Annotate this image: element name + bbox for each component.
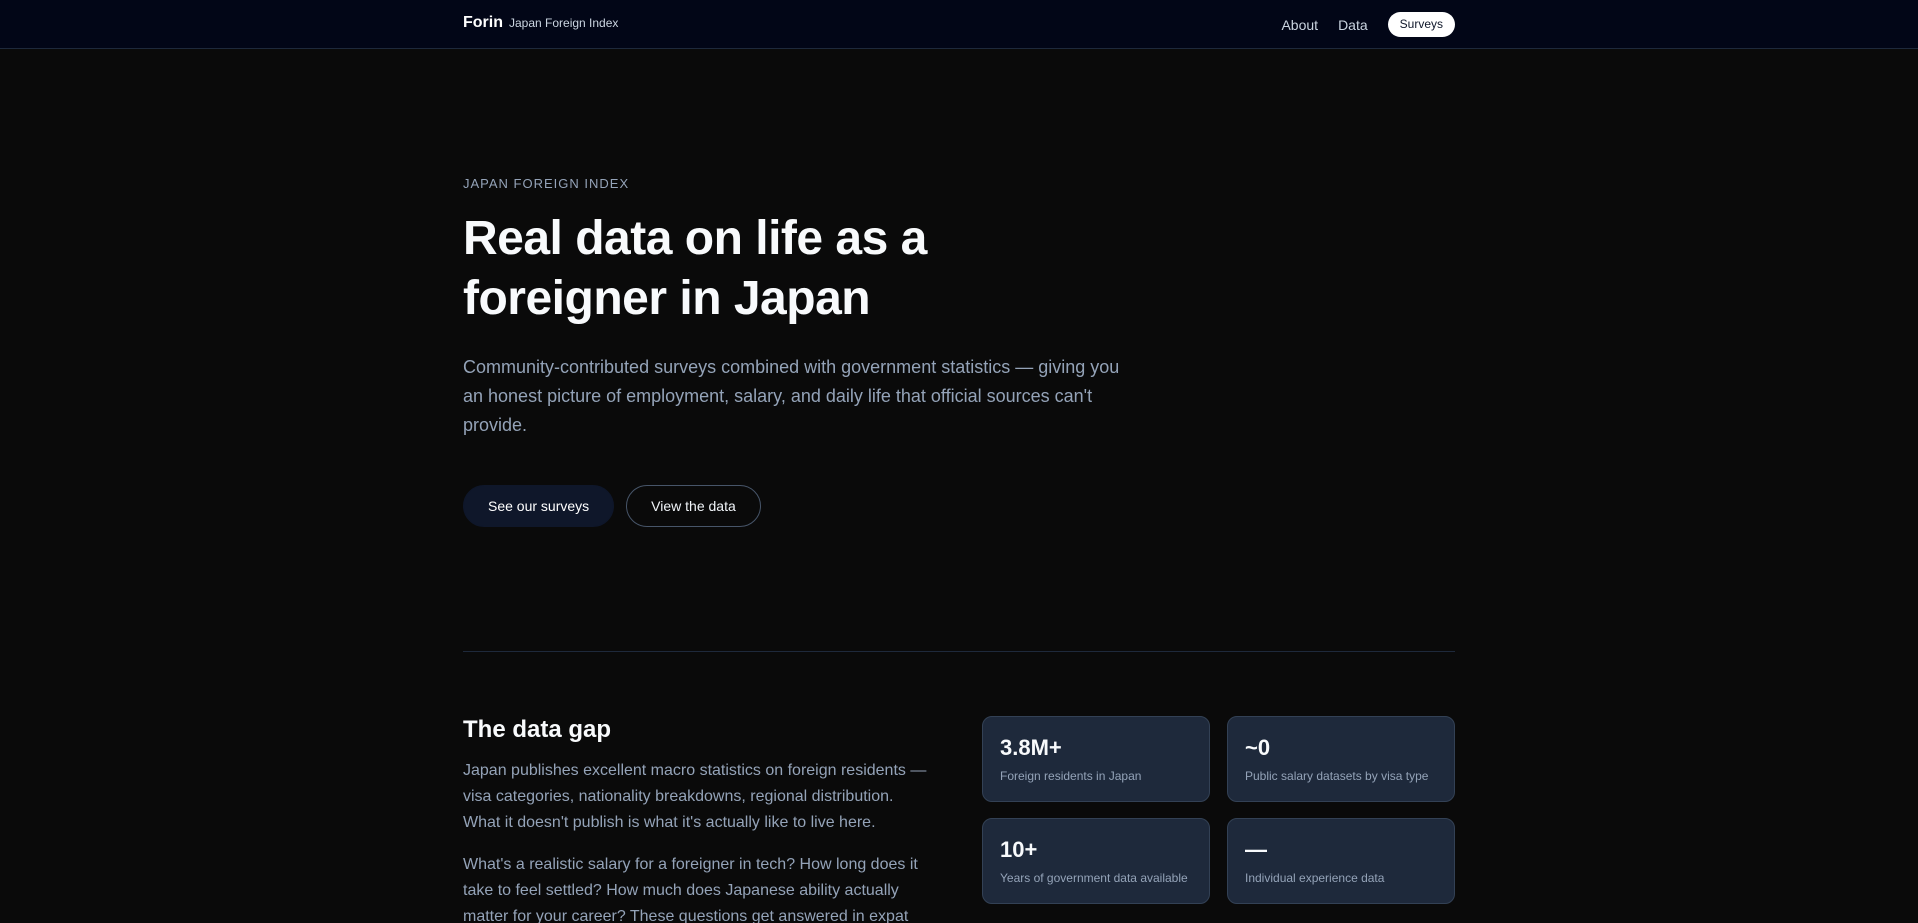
stat-value: — xyxy=(1245,837,1267,862)
data-gap-section: The data gap Japan publishes excellent m… xyxy=(463,716,943,923)
data-gap-paragraph-1: Japan publishes excellent macro statisti… xyxy=(463,762,927,831)
section-divider xyxy=(463,651,1455,652)
hero-eyebrow: JAPAN FOREIGN INDEX xyxy=(463,176,630,191)
stat-value: ~0 xyxy=(1245,735,1271,760)
stat-card: 10+ Years of government data available xyxy=(982,818,1210,904)
stat-card: 3.8M+ Foreign residents in Japan xyxy=(982,716,1210,802)
view-data-button[interactable]: View the data xyxy=(626,485,761,527)
nav-links: About Data Surveys xyxy=(1281,12,1455,37)
see-surveys-button[interactable]: See our surveys xyxy=(463,485,615,527)
stat-label: Years of government data available xyxy=(1000,871,1188,885)
brand-logo[interactable]: Forin Japan Foreign Index xyxy=(463,14,618,32)
brand-name: Forin xyxy=(463,14,503,31)
nav-link-about[interactable]: About xyxy=(1281,17,1318,33)
stat-label: Public salary datasets by visa type xyxy=(1245,769,1429,783)
nav-link-data[interactable]: Data xyxy=(1338,17,1368,33)
top-navigation: Forin Japan Foreign Index About Data Sur… xyxy=(0,0,1918,49)
data-gap-paragraph-2: What's a realistic salary for a foreigne… xyxy=(463,856,918,923)
stat-label: Foreign residents in Japan xyxy=(1000,769,1142,783)
stat-label: Individual experience data xyxy=(1245,871,1385,885)
hero-buttons: See our surveys View the data xyxy=(463,485,1163,527)
stat-card: — Individual experience data xyxy=(1227,818,1455,904)
data-gap-title: The data gap xyxy=(463,716,612,743)
brand-subtitle: Japan Foreign Index xyxy=(509,16,619,30)
stat-card: ~0 Public salary datasets by visa type xyxy=(1227,716,1455,802)
nav-surveys-button[interactable]: Surveys xyxy=(1387,12,1455,37)
stats-grid: 3.8M+ Foreign residents in Japan ~0 Publ… xyxy=(982,716,1455,904)
hero-description: Community-contributed surveys combined w… xyxy=(463,357,1120,435)
hero-section: JAPAN FOREIGN INDEX Real data on life as… xyxy=(463,176,1163,527)
hero-title: Real data on life as a foreigner in Japa… xyxy=(463,212,927,325)
stat-value: 3.8M+ xyxy=(1000,735,1062,760)
stat-value: 10+ xyxy=(1000,837,1038,862)
